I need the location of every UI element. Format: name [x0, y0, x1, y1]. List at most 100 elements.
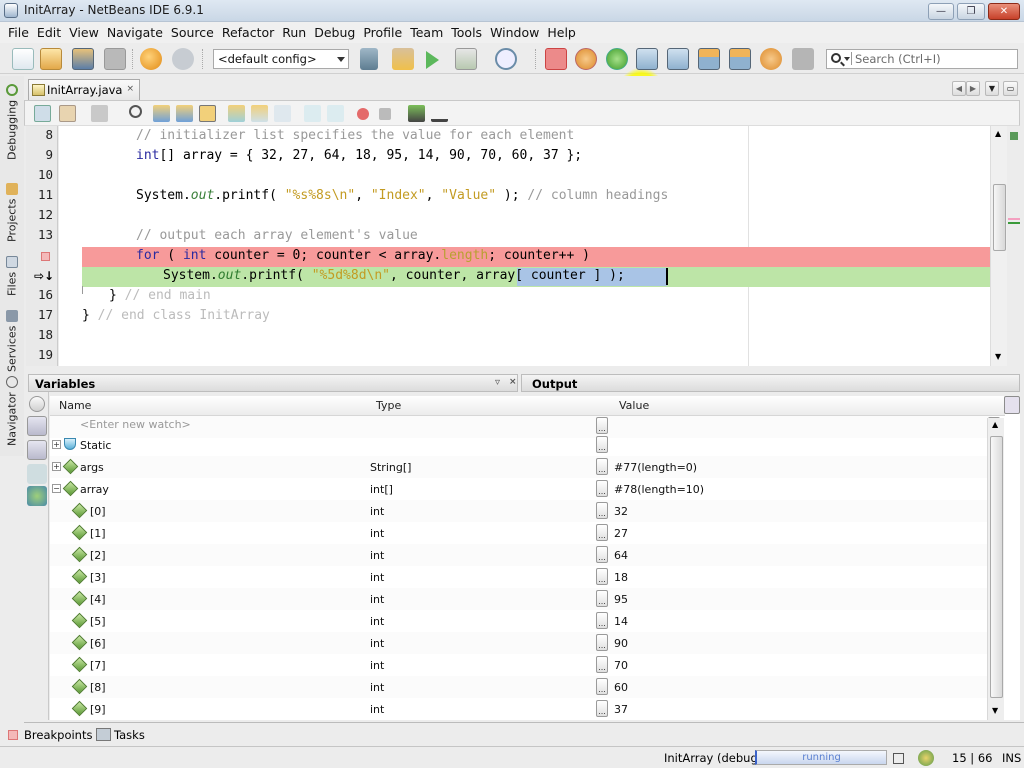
debug-icon[interactable] [455, 48, 477, 70]
watch-settings-icon[interactable] [27, 464, 47, 484]
variable-row[interactable]: [8]int...60... [50, 676, 1000, 698]
find-icon[interactable] [129, 105, 142, 118]
variable-value[interactable]: 90 [614, 637, 628, 650]
scroll-up-icon[interactable]: ▲ [992, 420, 998, 429]
variable-value[interactable]: 14 [614, 615, 628, 628]
breakpoint-icon[interactable] [41, 252, 50, 261]
variable-value[interactable]: 32 [614, 505, 628, 518]
variables-tab[interactable]: Variables ▿ × [28, 374, 518, 392]
progress-bar[interactable]: running [755, 750, 887, 765]
variable-row[interactable]: [6]int...90... [50, 632, 1000, 654]
variable-row[interactable]: [0]int...32... [50, 500, 1000, 522]
minimize-pane-icon[interactable]: ▿ [495, 377, 500, 388]
variable-row[interactable]: [4]int...95... [50, 588, 1000, 610]
menu-file[interactable]: File [4, 25, 33, 40]
ellipsis-button[interactable]: ... [596, 656, 608, 673]
search-input[interactable]: Search (Ctrl+I) [826, 49, 1018, 69]
find-previous-icon[interactable] [153, 105, 170, 122]
build-icon[interactable] [360, 48, 378, 70]
scroll-down-icon[interactable]: ▼ [995, 352, 1001, 361]
tab-initarray-java[interactable]: InitArray.java × [28, 79, 140, 101]
column-name[interactable]: Name [59, 399, 91, 412]
variable-value[interactable]: 27 [614, 527, 628, 540]
ellipsis-button[interactable]: ... [596, 524, 608, 541]
uncomment-icon[interactable] [431, 105, 448, 122]
clean-build-icon[interactable] [392, 48, 414, 70]
notifications-icon[interactable] [918, 750, 934, 766]
side-tab-services[interactable]: Services [0, 300, 24, 372]
side-tab-files[interactable]: Files [0, 246, 24, 296]
variable-row[interactable]: [9]int...37... [50, 698, 1000, 720]
pause-icon[interactable] [575, 48, 597, 70]
toggle-bookmark-icon[interactable] [274, 105, 291, 122]
show-opened-documents-button[interactable]: ▼ [985, 81, 999, 96]
maximize-window-button[interactable]: ▭ [1003, 81, 1018, 96]
editor-scrollbar-thumb[interactable] [993, 184, 1006, 251]
menu-edit[interactable]: Edit [33, 25, 65, 40]
cancel-task-icon[interactable] [893, 753, 904, 764]
variables-scrollbar-thumb[interactable] [990, 436, 1003, 698]
inherited-filter-icon[interactable] [27, 416, 47, 436]
expand-toggle-icon[interactable]: + [52, 440, 61, 449]
variables-scrollbar[interactable]: ▲ ▼ [987, 418, 1004, 720]
ellipsis-button[interactable]: ... [596, 678, 608, 695]
comment-icon[interactable] [408, 105, 425, 122]
shift-left-icon[interactable] [304, 105, 321, 122]
last-edit-icon[interactable] [34, 105, 51, 122]
menu-source[interactable]: Source [167, 25, 218, 40]
variable-row[interactable]: [2]int...64... [50, 544, 1000, 566]
menu-team[interactable]: Team [406, 25, 447, 40]
close-button[interactable]: ✕ [988, 3, 1020, 20]
variable-value[interactable]: 95 [614, 593, 628, 606]
static-filter-icon[interactable] [29, 396, 45, 412]
menu-run[interactable]: Run [278, 25, 310, 40]
side-tab-debugging[interactable]: Debugging [0, 82, 24, 160]
continue-icon[interactable] [606, 48, 628, 70]
minimize-button[interactable]: — [928, 3, 954, 20]
open-project-icon[interactable] [72, 48, 94, 70]
expand-toggle-icon[interactable]: − [52, 484, 61, 493]
ellipsis-button[interactable]: ... [596, 612, 608, 629]
variable-value[interactable]: #77(length=0) [614, 461, 697, 474]
expand-toggle-icon[interactable]: + [52, 462, 61, 471]
editor-scrollbar[interactable]: ▲ ▼ [990, 126, 1007, 366]
ellipsis-button[interactable]: ... [596, 436, 608, 453]
undo-icon[interactable] [140, 48, 162, 70]
variable-row[interactable]: +Static...... [50, 434, 1000, 456]
variable-row[interactable]: [1]int...27... [50, 522, 1000, 544]
finish-debug-icon[interactable] [545, 48, 567, 70]
new-watch-placeholder[interactable]: <Enter new watch> [80, 418, 191, 431]
redo-icon[interactable] [172, 48, 194, 70]
variable-value[interactable]: #78(length=10) [614, 483, 704, 496]
variable-value[interactable]: 37 [614, 703, 628, 716]
side-tab-projects[interactable]: Projects [0, 170, 24, 242]
close-project-icon[interactable] [104, 48, 126, 70]
ellipsis-button[interactable]: ... [596, 502, 608, 519]
step-into-icon[interactable] [698, 48, 720, 70]
variable-value[interactable]: 18 [614, 571, 628, 584]
variable-value[interactable]: 60 [614, 681, 628, 694]
variable-value[interactable]: 64 [614, 549, 628, 562]
close-pane-icon[interactable]: × [509, 377, 517, 387]
current-line-marker[interactable] [1008, 222, 1020, 224]
toggle-highlight-icon[interactable] [199, 105, 216, 122]
tab-breakpoints[interactable]: Breakpoints [24, 728, 92, 742]
step-over-expression-icon[interactable] [667, 48, 689, 70]
previous-bookmark-icon[interactable] [228, 105, 245, 122]
ellipsis-button[interactable]: ... [596, 590, 608, 607]
ellipsis-button[interactable]: ... [596, 634, 608, 651]
ellipsis-button[interactable]: ... [596, 458, 608, 475]
variable-row[interactable]: [7]int...70... [50, 654, 1000, 676]
back-icon[interactable] [59, 105, 76, 122]
column-type[interactable]: Type [376, 399, 401, 412]
next-bookmark-icon[interactable] [251, 105, 268, 122]
step-out-icon[interactable] [729, 48, 751, 70]
menu-view[interactable]: View [65, 25, 103, 40]
start-macro-icon[interactable] [357, 108, 369, 120]
ellipsis-button[interactable]: ... [596, 568, 608, 585]
scroll-up-icon[interactable]: ▲ [995, 129, 1001, 138]
step-over-icon[interactable] [636, 48, 658, 70]
close-tab-icon[interactable]: × [126, 84, 134, 94]
variable-row[interactable]: [3]int...18... [50, 566, 1000, 588]
scroll-tabs-left-button[interactable]: ◀ [952, 81, 966, 96]
